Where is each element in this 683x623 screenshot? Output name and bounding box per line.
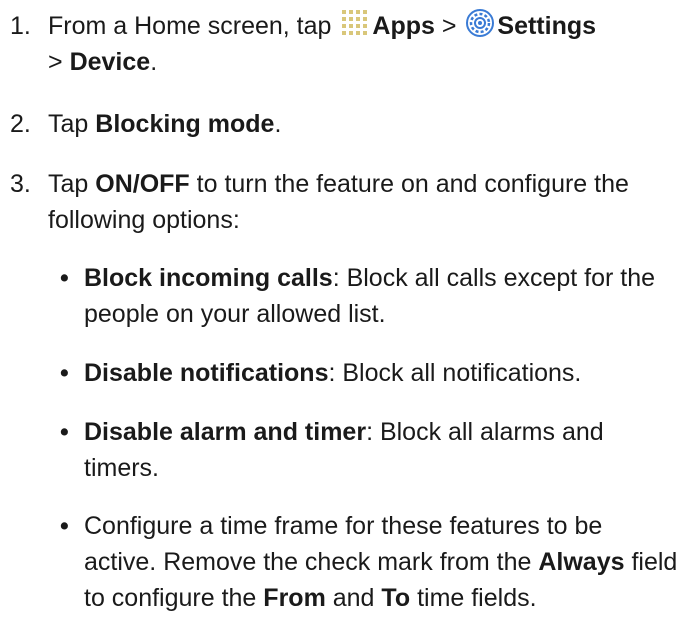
option-disable-alarm-and-timer: • Disable alarm and timer: Block all ala… (60, 414, 678, 486)
option-title: Disable notifications (84, 359, 329, 387)
separator: > (441, 12, 457, 40)
option-title: Disable alarm and timer (84, 418, 367, 446)
always-field-label: Always (538, 548, 625, 576)
option-block-incoming-calls: • Block incoming calls: Block all calls … (60, 260, 678, 332)
option-desc: : Block all notifications. (328, 359, 582, 387)
settings-label: Settings (497, 12, 597, 40)
separator: > (48, 48, 63, 76)
blocking-mode-label: Blocking mode (95, 110, 275, 138)
option-title: Block incoming calls (84, 264, 333, 292)
option-disable-notifications: • Disable notifications: Block all notif… (60, 355, 678, 391)
step-2: 2. Tap Blocking mode. (10, 106, 678, 142)
step-number: 1. (10, 12, 31, 40)
option-desc: Configure a time frame for these feature… (84, 512, 603, 576)
option-desc: and (332, 584, 375, 612)
settings-gear-icon (465, 8, 495, 38)
step-3: 3. Tap ON/OFF to turn the feature on and… (10, 166, 678, 238)
on-off-label: ON/OFF (95, 170, 190, 198)
to-field-label: To (381, 584, 411, 612)
step-text: Tap (48, 170, 89, 198)
apps-label: Apps (372, 12, 435, 40)
step-text: Tap (48, 110, 89, 138)
device-label: Device (69, 48, 151, 76)
bullet-icon: • (60, 512, 69, 540)
step-number: 3. (10, 170, 31, 198)
bullet-icon: • (60, 418, 69, 446)
option-desc: time fields. (417, 584, 537, 612)
bullet-icon: • (60, 359, 69, 387)
option-time-frame: • Configure a time frame for these featu… (60, 508, 678, 616)
step-number: 2. (10, 110, 31, 138)
bullet-icon: • (60, 264, 69, 292)
step-text: From a Home screen, tap (48, 12, 332, 40)
instruction-document: 1. From a Home screen, tap Apps > Settin… (0, 0, 683, 623)
step-1: 1. From a Home screen, tap Apps > Settin… (10, 8, 678, 80)
from-field-label: From (263, 584, 326, 612)
period: . (274, 110, 282, 138)
period: . (150, 48, 158, 76)
apps-grid-icon (340, 8, 370, 38)
